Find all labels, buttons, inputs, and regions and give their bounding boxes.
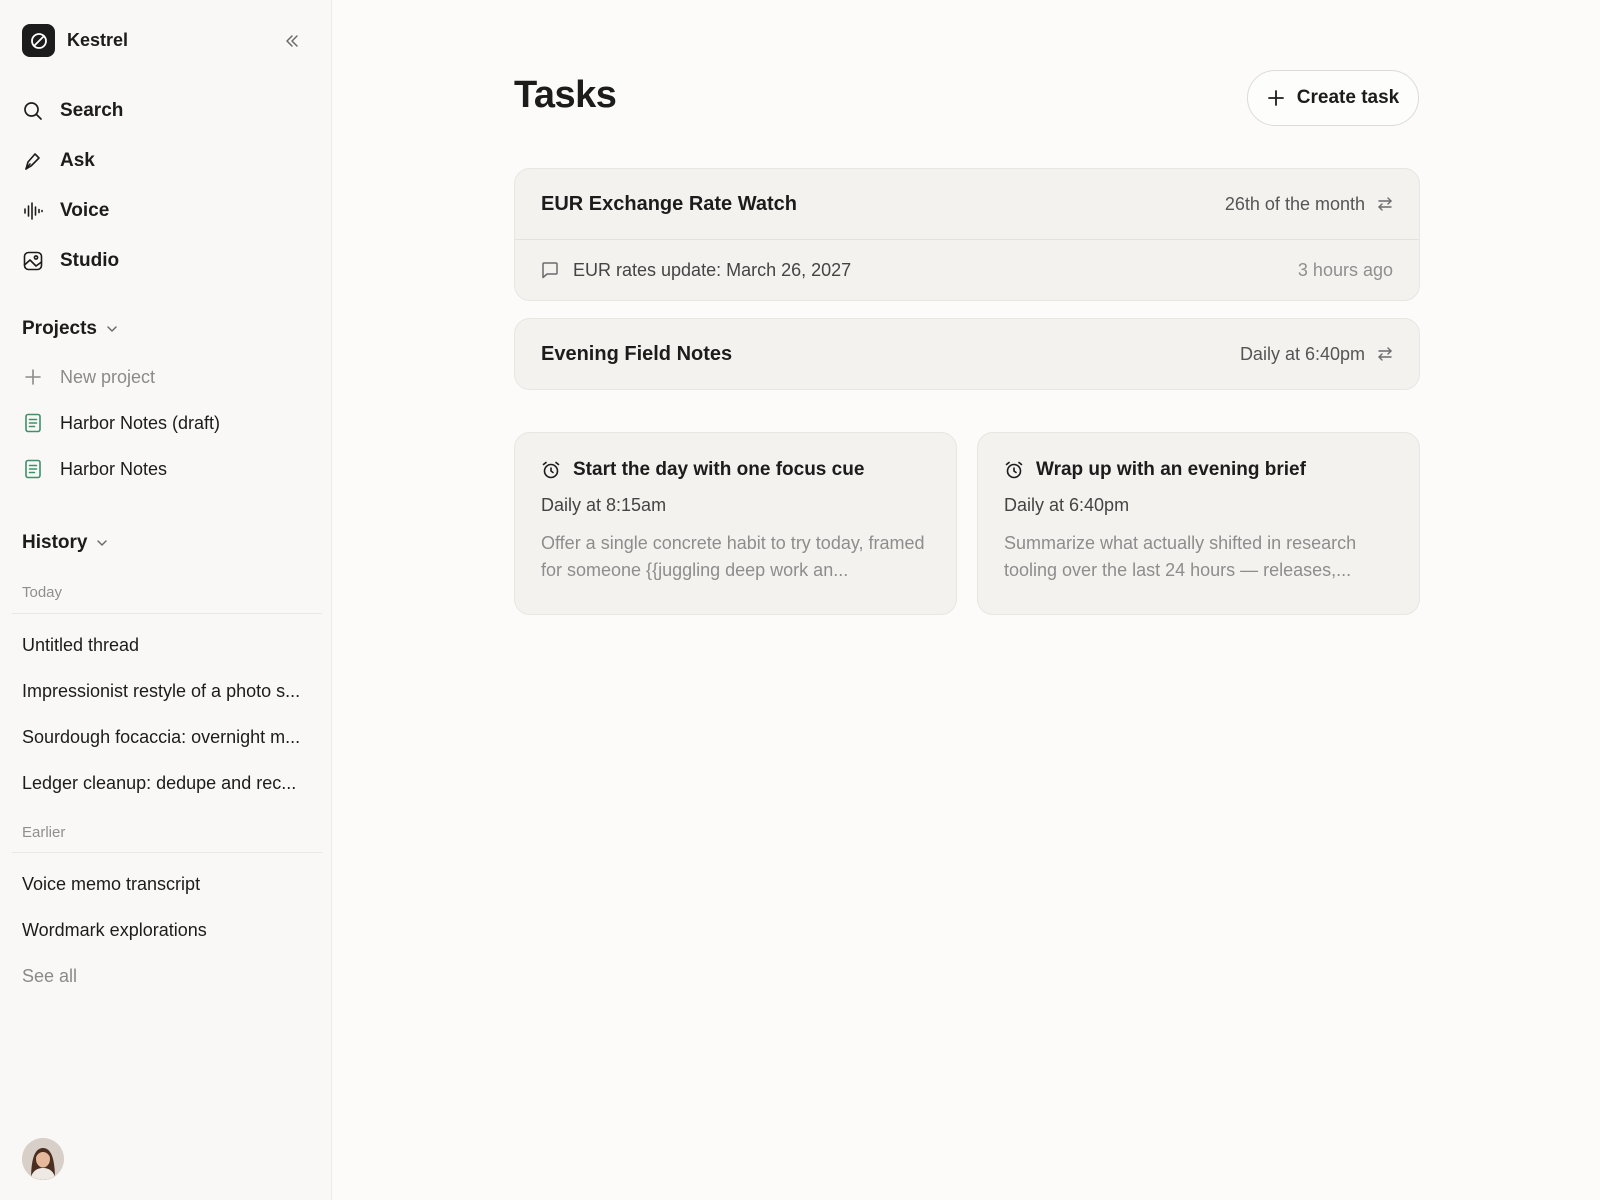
image-icon: [22, 250, 44, 272]
app-name: Kestrel: [67, 30, 129, 50]
project-item-harbor-notes[interactable]: Harbor Notes: [22, 446, 322, 492]
history-item[interactable]: Untitled thread: [22, 622, 312, 668]
document-icon: [22, 412, 44, 434]
search-icon: [22, 100, 44, 122]
chevrons-left-icon: [286, 35, 298, 47]
task-last-run[interactable]: EUR rates update: March 26, 2027 3 hours…: [515, 239, 1419, 300]
alarm-clock-icon: [542, 461, 560, 479]
chevron-down-icon: [107, 326, 117, 332]
suggestion-title: Wrap up with an evening brief: [1036, 459, 1306, 480]
new-project-button[interactable]: New project: [22, 354, 322, 400]
page-title: Tasks: [514, 74, 617, 116]
task-last-run-info: EUR rates update: March 26, 2027: [541, 260, 851, 281]
task-title: EUR Exchange Rate Watch: [541, 192, 797, 215]
document-icon: [22, 458, 44, 480]
nav-item-studio[interactable]: Studio: [22, 236, 123, 286]
projects-title: Projects: [22, 318, 97, 339]
history-list-earlier: Voice memo transcript Wordmark explorati…: [22, 861, 312, 953]
history-list-today: Untitled thread Impressionist restyle of…: [22, 622, 312, 806]
task-schedule: Daily at 6:40pm: [1240, 344, 1393, 365]
collapse-sidebar-button[interactable]: [281, 30, 303, 52]
nav-item-label: Voice: [60, 200, 110, 221]
new-project-label: New project: [60, 366, 156, 387]
chevron-down-icon: [97, 540, 108, 546]
nav-item-ask[interactable]: Ask: [22, 136, 123, 186]
create-task-button[interactable]: Create task: [1247, 70, 1419, 126]
task-schedule-label: 26th of the month: [1224, 193, 1365, 214]
sidebar: Kestrel Search Ask Voice Studio Projects…: [0, 0, 332, 1200]
suggestion-title-row: Start the day with one focus cue: [541, 459, 930, 481]
history-group-today: Today: [22, 584, 63, 601]
plus-icon: [22, 366, 44, 388]
suggestion-schedule: Daily at 6:40pm: [1004, 495, 1130, 515]
see-all-link[interactable]: See all: [22, 966, 77, 987]
suggestion-title-row: Wrap up with an evening brief: [1004, 459, 1393, 481]
slashed-circle-icon: [22, 24, 55, 57]
nav-item-label: Search: [60, 100, 124, 121]
history-item[interactable]: Sourdough focaccia: overnight m...: [22, 714, 312, 760]
suggestion-schedule: Daily at 8:15am: [541, 495, 667, 515]
history-item[interactable]: Wordmark explorations: [22, 907, 312, 953]
projects-list: New project Harbor Notes (draft) Harbor …: [22, 354, 322, 492]
history-divider: [12, 613, 322, 614]
repeat-icon: [1378, 347, 1392, 361]
task-last-run-time: 3 hours ago: [1297, 259, 1393, 280]
nav-item-label: Studio: [60, 250, 120, 271]
alarm-clock-icon: [1005, 461, 1023, 479]
task-schedule-label: Daily at 6:40pm: [1239, 343, 1365, 364]
project-item-harbor-notes-draft[interactable]: Harbor Notes (draft): [22, 400, 322, 446]
plus-icon: [1267, 90, 1284, 106]
history-item[interactable]: Ledger cleanup: dedupe and rec...: [22, 760, 312, 806]
suggestion-card[interactable]: Start the day with one focus cue Daily a…: [514, 432, 957, 615]
repeat-icon: [1378, 197, 1392, 211]
history-title: History: [22, 532, 88, 553]
pen-icon: [22, 150, 44, 172]
suggestion-description: Offer a single concrete habit to try tod…: [541, 533, 925, 580]
brand[interactable]: Kestrel: [22, 24, 128, 57]
task-header[interactable]: Evening Field Notes Daily at 6:40pm: [515, 319, 1419, 389]
history-divider: [12, 852, 322, 853]
task-card: Evening Field Notes Daily at 6:40pm: [514, 318, 1420, 390]
project-label: Harbor Notes (draft): [60, 412, 221, 433]
task-schedule: 26th of the month: [1225, 194, 1393, 215]
task-title: Evening Field Notes: [541, 342, 733, 365]
task-header[interactable]: EUR Exchange Rate Watch 26th of the mont…: [515, 169, 1419, 239]
create-task-label: Create task: [1296, 87, 1400, 108]
history-header[interactable]: History: [22, 532, 109, 554]
nav-item-search[interactable]: Search: [22, 86, 123, 136]
main-nav: Search Ask Voice Studio: [22, 86, 123, 286]
task-last-run-label: EUR rates update: March 26, 2027: [573, 259, 852, 280]
suggestion-title: Start the day with one focus cue: [573, 459, 865, 480]
projects-header[interactable]: Projects: [22, 318, 119, 340]
task-card: EUR Exchange Rate Watch 26th of the mont…: [514, 168, 1420, 301]
avatar[interactable]: [22, 1138, 64, 1180]
history-item[interactable]: Voice memo transcript: [22, 861, 312, 907]
waveform-icon: [22, 200, 44, 222]
suggestion-card[interactable]: Wrap up with an evening brief Daily at 6…: [977, 432, 1420, 615]
nav-item-label: Ask: [60, 150, 95, 171]
history-group-earlier: Earlier: [22, 824, 66, 841]
project-label: Harbor Notes: [60, 458, 168, 479]
suggestion-description: Summarize what actually shifted in resea…: [1004, 533, 1357, 580]
chat-bubble-icon: [542, 262, 558, 279]
nav-item-voice[interactable]: Voice: [22, 186, 123, 236]
history-item[interactable]: Impressionist restyle of a photo s...: [22, 668, 312, 714]
